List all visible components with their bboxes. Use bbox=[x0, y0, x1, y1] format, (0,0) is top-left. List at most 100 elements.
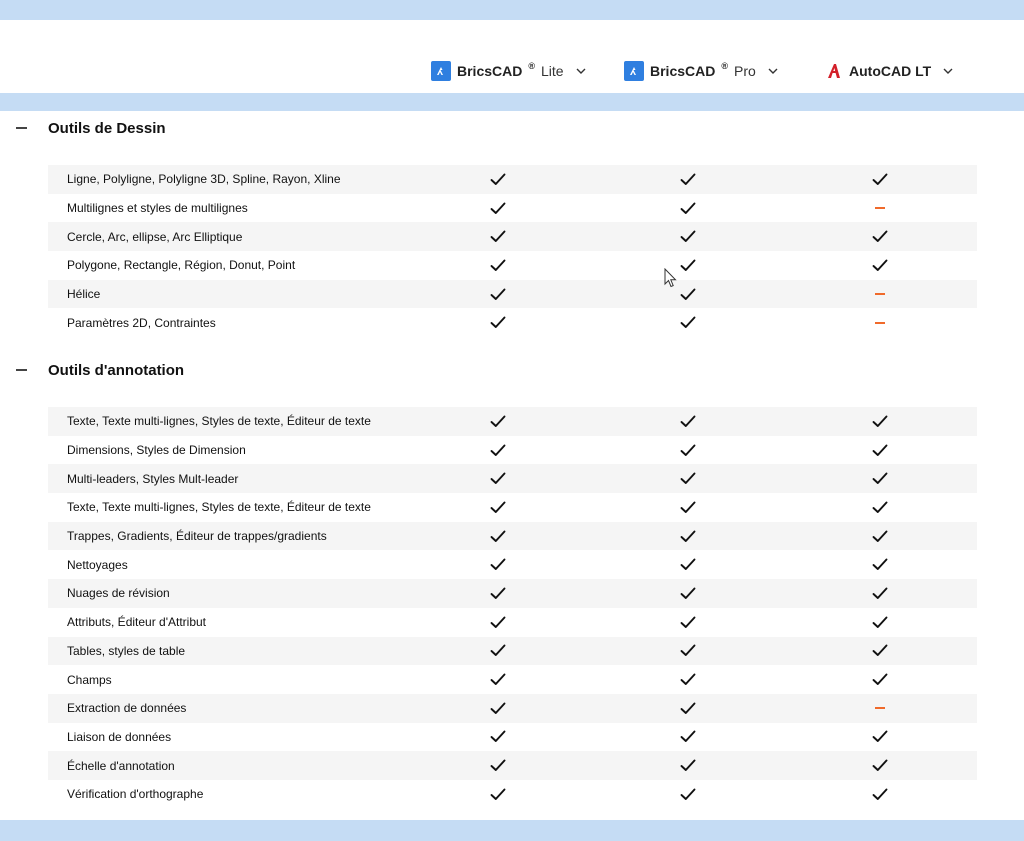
checkmark-icon bbox=[860, 436, 900, 465]
checkmark-icon bbox=[668, 723, 708, 752]
feature-label: Texte, Texte multi-lignes, Styles de tex… bbox=[67, 414, 371, 429]
checkmark-icon bbox=[860, 251, 900, 280]
feature-row: Multi-leaders, Styles Mult-leader bbox=[48, 464, 977, 494]
checkmark-icon bbox=[478, 579, 518, 608]
registered-mark: ® bbox=[528, 61, 535, 71]
feature-row: Nettoyages bbox=[48, 550, 977, 579]
checkmark-icon bbox=[668, 222, 708, 251]
feature-label: Texte, Texte multi-lignes, Styles de tex… bbox=[67, 500, 371, 515]
checkmark-icon bbox=[478, 522, 518, 551]
checkmark-icon bbox=[860, 579, 900, 608]
autocad-logo-icon bbox=[825, 62, 843, 80]
feature-row: Liaison de données bbox=[48, 723, 977, 752]
column-brand: BricsCAD bbox=[650, 63, 716, 79]
feature-label: Extraction de données bbox=[67, 701, 187, 716]
feature-label: Multi-leaders, Styles Mult-leader bbox=[67, 471, 239, 486]
checkmark-icon bbox=[478, 280, 518, 309]
checkmark-icon bbox=[668, 550, 708, 579]
section-title: Outils de Dessin bbox=[48, 119, 166, 137]
checkmark-icon bbox=[860, 665, 900, 694]
checkmark-icon bbox=[860, 780, 900, 809]
feature-row: Dimensions, Styles de Dimension bbox=[48, 436, 977, 465]
column-brand: BricsCAD bbox=[457, 63, 523, 79]
checkmark-icon bbox=[668, 308, 708, 337]
not-available-dash bbox=[875, 707, 885, 710]
checkmark-icon bbox=[478, 665, 518, 694]
section-title: Outils d'annotation bbox=[48, 361, 185, 379]
feature-row: Champs bbox=[48, 665, 977, 694]
column-selector-bricscad-pro[interactable]: BricsCAD ® Pro bbox=[624, 60, 778, 82]
checkmark-icon bbox=[860, 751, 900, 780]
feature-rows: Ligne, Polyligne, Polyligne 3D, Spline, … bbox=[48, 165, 977, 337]
feature-row: Cercle, Arc, ellipse, Arc Elliptique bbox=[48, 222, 977, 252]
feature-label: Champs bbox=[67, 672, 112, 687]
feature-label: Tables, styles de table bbox=[67, 643, 186, 658]
feature-row: Extraction de données bbox=[48, 693, 977, 723]
checkmark-icon bbox=[478, 194, 518, 223]
checkmark-icon bbox=[478, 751, 518, 780]
checkmark-icon bbox=[860, 493, 900, 522]
feature-row: Trappes, Gradients, Éditeur de trappes/g… bbox=[48, 521, 977, 551]
faded-logo bbox=[8, 40, 98, 90]
feature-row: Texte, Texte multi-lignes, Styles de tex… bbox=[48, 493, 977, 522]
dash-icon bbox=[860, 194, 900, 223]
checkmark-icon bbox=[860, 165, 900, 194]
feature-label: Dimensions, Styles de Dimension bbox=[67, 443, 246, 458]
feature-row: Tables, styles de table bbox=[48, 636, 977, 666]
column-selector-bricscad-lite[interactable]: BricsCAD ® Lite bbox=[431, 60, 586, 82]
feature-label: Vérification d'orthographe bbox=[67, 787, 204, 802]
collapse-minus-icon[interactable] bbox=[16, 369, 27, 371]
dash-icon bbox=[860, 694, 900, 723]
checkmark-icon bbox=[478, 308, 518, 337]
dash-icon bbox=[860, 280, 900, 309]
checkmark-icon bbox=[478, 780, 518, 809]
feature-row: Polygone, Rectangle, Région, Donut, Poin… bbox=[48, 251, 977, 280]
chevron-down-icon bbox=[768, 68, 778, 74]
feature-row: Vérification d'orthographe bbox=[48, 780, 977, 809]
feature-label: Nettoyages bbox=[67, 557, 128, 572]
checkmark-icon bbox=[860, 723, 900, 752]
header-divider-band bbox=[0, 93, 1024, 111]
column-edition: Pro bbox=[734, 63, 756, 79]
checkmark-icon bbox=[860, 608, 900, 637]
checkmark-icon bbox=[668, 436, 708, 465]
checkmark-icon bbox=[668, 665, 708, 694]
checkmark-icon bbox=[860, 550, 900, 579]
feature-row: Hélice bbox=[48, 279, 977, 309]
not-available-dash bbox=[875, 321, 885, 324]
dash-icon bbox=[860, 308, 900, 337]
not-available-dash bbox=[875, 207, 885, 210]
feature-label: Échelle d'annotation bbox=[67, 758, 175, 773]
column-selector-autocad-lt[interactable]: AutoCAD LT bbox=[825, 60, 953, 82]
feature-label: Multilignes et styles de multilignes bbox=[67, 201, 248, 216]
checkmark-icon bbox=[478, 493, 518, 522]
feature-row: Attributs, Éditeur d'Attribut bbox=[48, 608, 977, 637]
registered-mark: ® bbox=[721, 61, 728, 71]
section-header[interactable]: Outils de Dessin bbox=[0, 115, 400, 141]
checkmark-icon bbox=[478, 723, 518, 752]
mouse-pointer-icon bbox=[664, 267, 678, 293]
checkmark-icon bbox=[478, 608, 518, 637]
bricscad-logo-icon bbox=[624, 61, 644, 81]
checkmark-icon bbox=[668, 637, 708, 666]
checkmark-icon bbox=[668, 165, 708, 194]
checkmark-icon bbox=[478, 436, 518, 465]
checkmark-icon bbox=[668, 493, 708, 522]
checkmark-icon bbox=[478, 251, 518, 280]
top-band bbox=[0, 0, 1024, 20]
checkmark-icon bbox=[478, 464, 518, 493]
feature-label: Attributs, Éditeur d'Attribut bbox=[67, 615, 207, 630]
feature-rows: Texte, Texte multi-lignes, Styles de tex… bbox=[48, 407, 977, 809]
section-header[interactable]: Outils d'annotation bbox=[0, 357, 400, 383]
chevron-down-icon bbox=[943, 68, 953, 74]
feature-label: Paramètres 2D, Contraintes bbox=[67, 315, 216, 330]
checkmark-icon bbox=[860, 222, 900, 251]
not-available-dash bbox=[875, 293, 885, 296]
checkmark-icon bbox=[668, 579, 708, 608]
collapse-minus-icon[interactable] bbox=[16, 127, 27, 129]
feature-row: Échelle d'annotation bbox=[48, 751, 977, 780]
feature-row: Paramètres 2D, Contraintes bbox=[48, 308, 977, 337]
checkmark-icon bbox=[860, 637, 900, 666]
feature-label: Ligne, Polyligne, Polyligne 3D, Spline, … bbox=[67, 172, 341, 187]
checkmark-icon bbox=[478, 165, 518, 194]
